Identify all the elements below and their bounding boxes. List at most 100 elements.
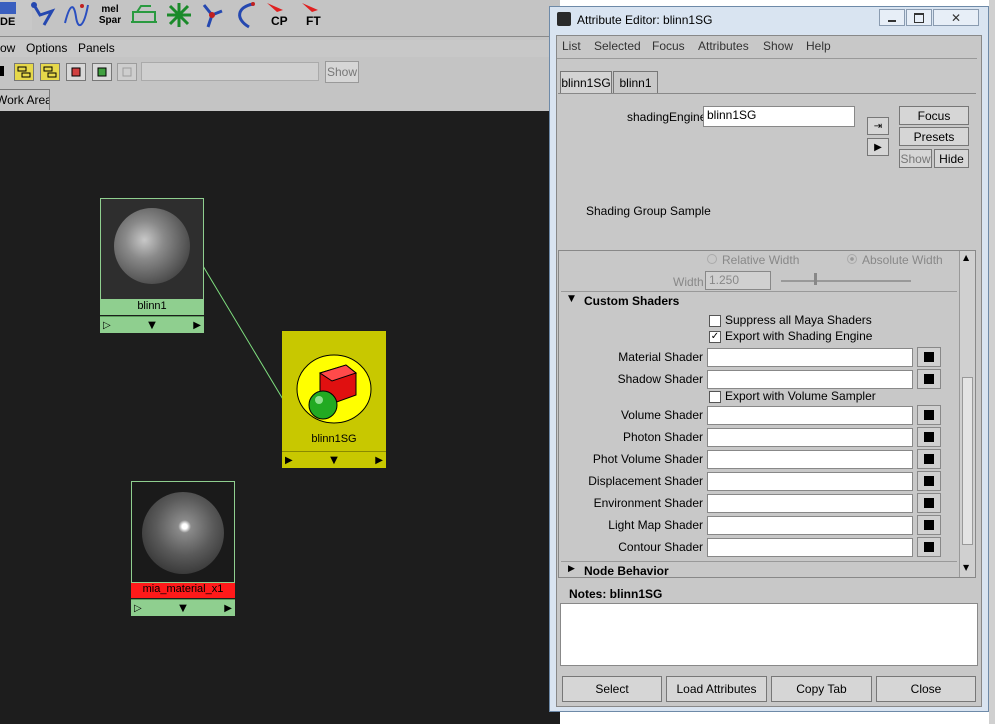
width-field[interactable]: 1.250 <box>705 271 771 290</box>
menu-help[interactable]: Help <box>806 39 831 53</box>
material-shader-field[interactable] <box>707 348 913 367</box>
copy-tab-button[interactable]: Copy Tab <box>771 676 872 702</box>
photon-shader-field[interactable] <box>707 428 913 447</box>
contour-shader-field[interactable] <box>707 538 913 557</box>
input-connection-button[interactable]: ⇥ <box>867 117 889 135</box>
mia-output-port-icon[interactable]: ▶ <box>224 603 235 614</box>
ik-tool-button[interactable] <box>196 0 228 30</box>
tab-work-area[interactable]: Work Area <box>0 89 50 110</box>
joint-tool-button[interactable] <box>163 0 195 30</box>
graph-layout-button[interactable] <box>14 63 34 81</box>
node-behavior-header[interactable]: ▶ Node Behavior <box>561 561 957 577</box>
mel-spar-button[interactable]: mel Spar <box>93 0 127 30</box>
blinn1sg-node[interactable]: blinn1SG ▶ ▼ ▶ <box>282 331 386 468</box>
light-map-shader-map-button[interactable] <box>917 515 941 535</box>
ft-button[interactable]: FT <box>298 0 332 30</box>
notes-textarea[interactable] <box>560 603 978 666</box>
menu-attributes[interactable]: Attributes <box>698 39 749 53</box>
scrollbar-thumb[interactable] <box>962 377 973 545</box>
graph-input-button[interactable] <box>40 63 60 81</box>
vertical-scrollbar[interactable]: ▲ ▼ <box>959 251 975 577</box>
hide-button[interactable]: Hide <box>934 149 969 168</box>
clear-graph-icon <box>122 67 132 77</box>
shading-engine-label: shadingEngine: <box>627 110 710 124</box>
contour-shader-map-button[interactable] <box>917 537 941 557</box>
cp-button[interactable]: CP <box>263 0 297 30</box>
scroll-up-icon[interactable]: ▲ <box>963 253 969 262</box>
input-port-icon[interactable]: ▷ <box>100 320 111 331</box>
phot-volume-shader-map-button[interactable] <box>917 449 941 469</box>
menu-panels[interactable]: Panels <box>78 41 115 55</box>
shadow-shader-row: Shadow Shader <box>559 369 959 391</box>
menu-list[interactable]: List <box>562 39 581 53</box>
environment-shader-field[interactable] <box>707 494 913 513</box>
curve-tool-button[interactable] <box>28 0 60 30</box>
photon-shader-map-button[interactable] <box>917 427 941 447</box>
material-shader-map-button[interactable] <box>917 347 941 367</box>
curve-icon <box>31 2 56 26</box>
tab-blinn1[interactable]: blinn1 <box>613 71 658 93</box>
filter-input[interactable] <box>141 62 319 81</box>
scroll-down-icon[interactable]: ▼ <box>963 563 969 572</box>
toolbar-arrow-icon[interactable] <box>0 66 4 76</box>
environment-shader-map-button[interactable] <box>917 493 941 513</box>
shadow-shader-map-button[interactable] <box>917 369 941 389</box>
absolute-width-radio[interactable] <box>847 254 857 264</box>
sg-expand-arrow-icon[interactable]: ▼ <box>330 455 338 466</box>
show-button[interactable]: Show <box>325 61 359 83</box>
spar-tool-button[interactable] <box>128 0 160 30</box>
width-slider[interactable] <box>781 280 911 282</box>
menu-show[interactable]: Show <box>763 39 793 53</box>
close-window-button[interactable]: ✕ <box>933 9 979 26</box>
sg-output-port-icon[interactable]: ▶ <box>375 455 386 466</box>
graph-both-button[interactable] <box>92 63 112 81</box>
blinn1-ports: ▷ ▼ ▶ <box>100 316 204 333</box>
clear-graph-button[interactable] <box>117 63 137 81</box>
volume-shader-map-button[interactable] <box>917 405 941 425</box>
focus-button[interactable]: Focus <box>899 106 969 125</box>
graph-output-button[interactable] <box>66 63 86 81</box>
export-volume-checkbox[interactable] <box>709 391 721 403</box>
output-connection-button[interactable]: ▶ <box>867 138 889 156</box>
mia-material-node[interactable]: mia_material_x1 ▷ ▼ ▶ <box>131 481 235 616</box>
light-map-shader-field[interactable] <box>707 516 913 535</box>
phot-volume-shader-field[interactable] <box>707 450 913 469</box>
output-port-icon[interactable]: ▶ <box>193 320 204 331</box>
displacement-shader-field[interactable] <box>707 472 913 491</box>
menu-window[interactable]: ow <box>0 41 15 55</box>
blinn1-sphere <box>114 208 190 284</box>
close-icon: ✕ <box>950 10 962 25</box>
blinn1sg-label: blinn1SG <box>311 433 357 445</box>
close-button[interactable]: Close <box>876 676 976 702</box>
custom-shaders-header[interactable]: ▼ Custom Shaders <box>561 291 957 310</box>
minimize-button[interactable] <box>879 9 905 26</box>
select-button[interactable]: Select <box>562 676 662 702</box>
relative-width-radio[interactable] <box>707 254 717 264</box>
shadow-shader-field[interactable] <box>707 370 913 389</box>
maximize-button[interactable] <box>906 9 932 26</box>
displacement-shader-map-button[interactable] <box>917 471 941 491</box>
menu-focus[interactable]: Focus <box>652 39 685 53</box>
width-slider-handle[interactable] <box>814 273 817 285</box>
suppress-shaders-checkbox[interactable] <box>709 315 721 327</box>
show-button-ae[interactable]: Show <box>899 149 932 168</box>
mia-input-port-icon[interactable]: ▷ <box>131 603 142 614</box>
volume-shader-field[interactable] <box>707 406 913 425</box>
load-attributes-button[interactable]: Load Attributes <box>666 676 767 702</box>
export-engine-checkbox[interactable]: ✓ <box>709 331 721 343</box>
shading-engine-field[interactable]: blinn1SG <box>703 106 855 127</box>
expand-arrow-icon[interactable]: ▼ <box>148 320 156 331</box>
ik-spline-button[interactable] <box>229 0 261 30</box>
tab-blinn1sg[interactable]: blinn1SG <box>560 71 612 93</box>
sg-input-port-icon[interactable]: ▶ <box>282 455 293 466</box>
menu-options[interactable]: Options <box>26 41 67 55</box>
presets-button[interactable]: Presets <box>899 127 969 146</box>
blinn1-node[interactable]: blinn1 ▷ ▼ ▶ <box>100 198 204 333</box>
menu-selected[interactable]: Selected <box>594 39 641 53</box>
width-label: Width <box>673 275 704 289</box>
title-bar[interactable]: Attribute Editor: blinn1SG ✕ <box>550 7 988 33</box>
cv-curve-button[interactable] <box>60 0 92 30</box>
mia-expand-arrow-icon[interactable]: ▼ <box>179 603 187 614</box>
light-map-shader-label: Light Map Shader <box>608 518 703 532</box>
attributes-scroll-area: Relative Width Absolute Width Width 1.25… <box>558 250 976 578</box>
